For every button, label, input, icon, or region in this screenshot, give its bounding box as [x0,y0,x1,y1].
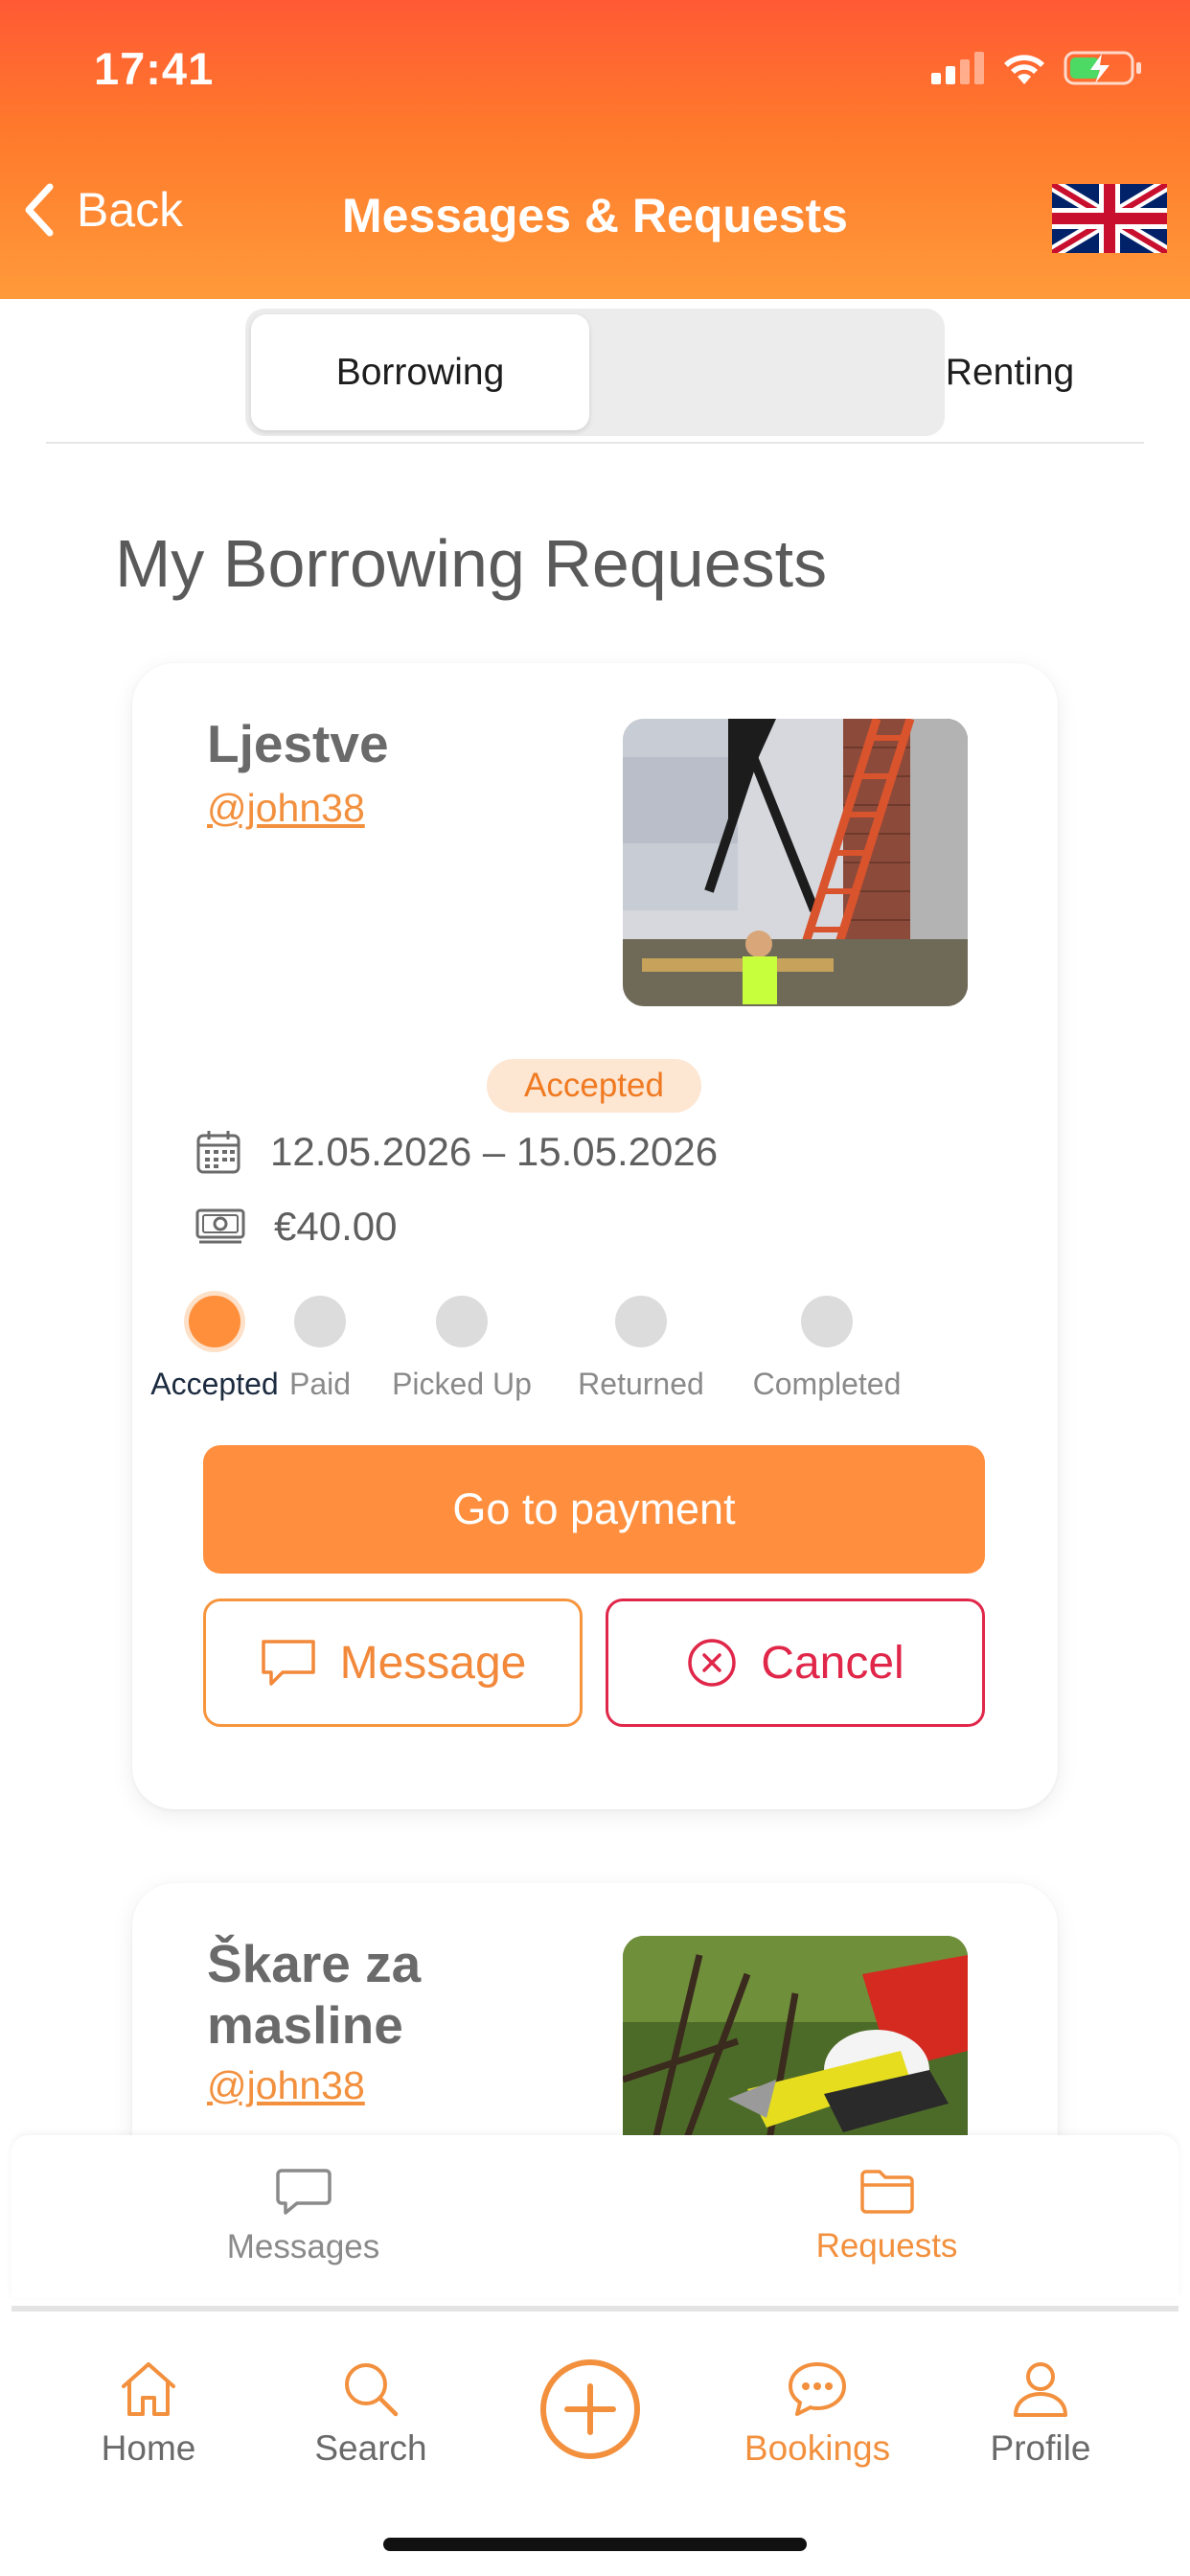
subtab-requests-label: Requests [815,2227,958,2265]
step-returned: Returned [536,1296,746,1402]
calendar-icon [196,1131,240,1174]
date-range: 12.05.2026 – 15.05.2026 [270,1129,719,1174]
price: €40.00 [274,1204,398,1249]
date-range-row: 12.05.2026 – 15.05.2026 [195,1129,718,1175]
nav-profile-label: Profile [990,2428,1091,2468]
money-icon [195,1208,245,1244]
owner-link[interactable]: @john38 [207,786,365,831]
nav-bookings[interactable]: Bookings [721,2359,913,2469]
app-header: 17:41 Back Messages & Requests [0,0,1190,299]
item-photo-ladder[interactable] [623,719,968,1006]
cancel-circle-icon [688,1639,737,1687]
message-label: Message [339,1637,527,1689]
page-title: Messages & Requests [341,189,848,242]
nav-bookings-label: Bookings [744,2428,891,2468]
nav-search-label: Search [314,2428,427,2468]
status-icons [931,50,1142,86]
bottom-navigation: Home Search Bookings Profile [11,2312,1179,2576]
user-icon [1014,2362,1067,2417]
search-icon [345,2363,399,2417]
step-dot [294,1296,346,1347]
home-indicator [383,2538,807,2551]
step-dot [615,1296,667,1347]
add-listing-button[interactable] [538,2358,642,2461]
step-label: Returned [578,1367,704,1401]
status-time: 17:41 [94,43,215,94]
chat-bubble-icon [275,2169,332,2215]
signal-icon [931,52,984,84]
price-row: €40.00 [195,1204,397,1250]
progress-steps: Accepted Paid Picked Up Returned Complet… [132,1296,1058,1420]
step-dot [801,1296,853,1347]
step-dot [436,1296,488,1347]
plus-circle-icon [540,2359,640,2459]
go-to-payment-button[interactable]: Go to payment [203,1445,985,1574]
owner-link[interactable]: @john38 [207,2063,365,2108]
nav-home[interactable]: Home [53,2359,244,2469]
segmented-control: Borrowing Renting [245,309,1074,436]
chat-dots-icon [789,2362,846,2416]
folder-icon [859,2170,914,2214]
nav-search[interactable]: Search [275,2359,467,2469]
battery-charging-icon [1064,51,1141,85]
wifi-icon [1004,55,1044,84]
status-badge: Accepted [487,1059,701,1113]
step-completed: Completed [721,1296,932,1402]
subtab-messages-label: Messages [226,2228,380,2266]
ladder-photo-image [623,719,968,1006]
cancel-button[interactable]: Cancel [606,1598,985,1727]
message-button[interactable]: Message [203,1598,583,1727]
subtab-requests[interactable]: Requests [595,2135,1179,2298]
item-photo-pruner[interactable] [623,1936,968,2156]
divider [46,442,1144,444]
subtab-messages[interactable]: Messages [11,2135,595,2298]
tab-borrowing[interactable]: Borrowing [251,314,589,430]
item-name: Ljestve [207,714,389,773]
sub-tab-bar: Messages Requests [11,2135,1179,2298]
nav-profile[interactable]: Profile [945,2359,1136,2469]
tab-renting[interactable]: Renting [839,314,1180,430]
nav-home-label: Home [101,2428,196,2468]
home-icon [122,2362,175,2416]
uk-flag-icon[interactable] [1052,184,1167,253]
pruner-photo-image [623,1936,968,2156]
request-card: Ljestve @john38 Accepted 12.05.2026 – 15… [132,663,1058,1809]
cancel-label: Cancel [761,1637,904,1689]
step-label: Completed [752,1367,902,1401]
item-name: Škare za masline [207,1934,422,2055]
chat-bubble-icon [261,1640,315,1686]
section-title: My Borrowing Requests [115,526,828,601]
